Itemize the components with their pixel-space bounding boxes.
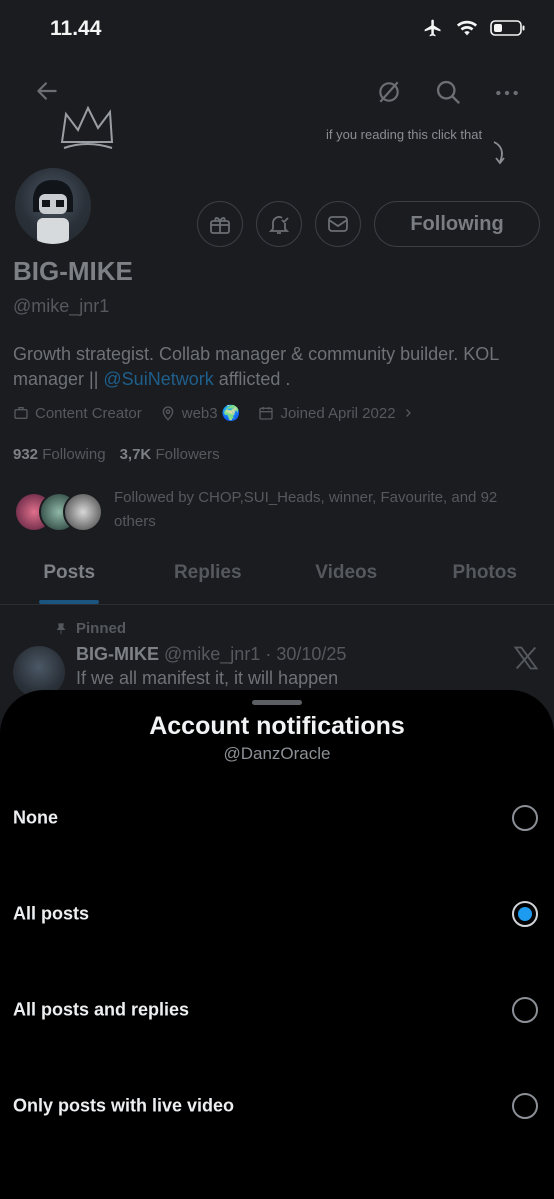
option-label: Only posts with live video [13,1095,235,1116]
sheet-grabber[interactable] [252,700,302,705]
following-count[interactable]: 932 Following [13,446,106,463]
crown-icon [58,104,116,159]
option-all-posts[interactable]: All posts [0,866,554,962]
radio-button[interactable] [512,997,538,1023]
calendar-icon [259,407,274,420]
location-pin-icon [162,406,174,421]
joined-text: Joined April 2022 [280,404,396,422]
battery-icon [490,20,525,36]
pinned-indicator: Pinned [54,620,126,637]
more-options-button[interactable] [494,80,520,106]
back-button[interactable] [34,78,60,104]
tab-posts[interactable]: Posts [0,552,139,604]
x-logo-icon [512,644,540,677]
tab-photos[interactable]: Photos [416,552,554,604]
pinned-label: Pinned [76,620,127,637]
chevron-right-icon [405,409,411,417]
airplane-icon [424,19,441,37]
mail-icon [328,216,348,232]
wifi-icon [456,20,478,36]
status-icons [422,18,526,38]
tab-replies[interactable]: Replies [139,552,278,604]
location-text: web3 🌍 [181,405,241,422]
option-all-posts-and-replies[interactable]: All posts and replies [0,962,554,1058]
post-meta: @mike_jnr1 · 30/10/25 [164,644,347,664]
post-text: If we all manifest it, it will happen [76,668,339,688]
followed-by-text[interactable]: Followed by CHOP,SUI_Heads, winner, Favo… [114,486,514,534]
radio-dot [518,907,532,921]
meta-joined[interactable]: Joined April 2022 [258,405,413,422]
profile-handle: @mike_jnr1 [13,296,110,316]
bell-check-icon [268,216,290,234]
radio-button[interactable] [512,805,538,831]
follower-avatar [63,492,103,532]
grok-button[interactable] [376,79,402,105]
back-arrow-icon [37,82,57,100]
bio-mention-link[interactable]: @SuiNetwork [103,369,213,389]
option-live-video-only[interactable]: Only posts with live video [0,1058,554,1154]
search-icon [436,80,460,104]
bio-text-end: afflicted . [213,369,291,389]
curved-arrow-icon [490,140,510,171]
gift-button[interactable] [197,201,243,247]
followers-count[interactable]: 3,7K Followers [120,446,220,463]
post-header: BIG-MIKE @mike_jnr1 · 30/10/25 [76,644,346,665]
hint-annotation: if you reading this click that [326,127,483,142]
search-button[interactable] [434,78,462,106]
option-label: All posts [13,903,90,924]
gift-icon [210,217,230,234]
category-text: Content Creator [35,404,142,422]
notifications-button[interactable] [256,201,302,247]
profile-tabs: Posts Replies Videos Photos [0,552,554,605]
profile-avatar[interactable] [13,166,93,246]
pin-icon [56,622,66,634]
profile-bio: Growth strategist. Collab manager & comm… [13,342,533,392]
radio-button[interactable] [512,1093,538,1119]
tab-videos[interactable]: Videos [277,552,416,604]
follow-counts: 932 Following 3,7K Followers [13,446,220,463]
account-notifications-sheet: Account notifications @DanzOracle None A… [0,690,554,1199]
avatar-image [33,180,73,244]
option-label: All posts and replies [13,999,190,1020]
post-author[interactable]: BIG-MIKE [76,644,159,664]
sheet-title: Account notifications [149,712,405,740]
profile-meta: Content Creator web3 🌍 Joined April 2022 [13,404,414,422]
profile-name: BIG-MIKE [13,256,133,286]
status-time: 11.44 [50,17,102,40]
grok-icon [379,81,399,103]
briefcase-icon [14,407,28,419]
option-label: None [13,807,58,828]
message-button[interactable] [315,201,361,247]
more-icon [496,90,518,96]
radio-button[interactable] [512,901,538,927]
meta-category: Content Creator [13,405,142,422]
option-none[interactable]: None [0,770,554,866]
meta-location: web3 🌍 [160,404,241,422]
following-button[interactable]: Following [374,201,540,247]
sheet-subtitle: @DanzOracle [223,744,331,763]
